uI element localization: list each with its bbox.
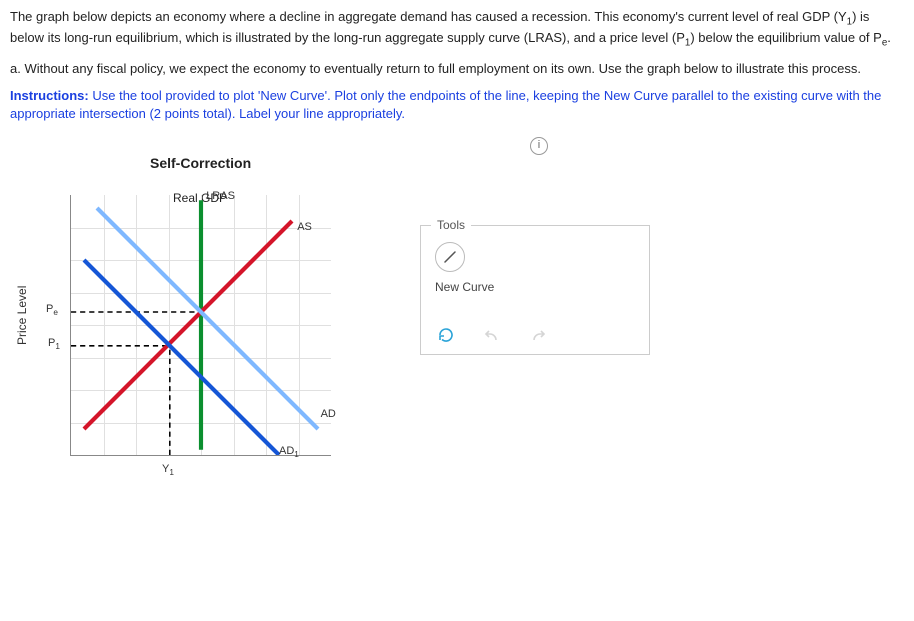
instructions: Instructions: Use the tool provided to p… [10,87,904,122]
ad-label: AD [321,408,336,420]
undo-icon [482,328,502,342]
lras-label: LRAS [206,190,235,202]
new-curve-tool-button[interactable] [435,242,465,272]
instructions-label: Instructions: [10,88,89,103]
pe-tick: Pe [46,303,58,317]
ad1-label: AD1 [279,445,299,459]
intro-text: The graph below depicts an economy where… [10,9,847,24]
p1-tick: P1 [48,337,60,351]
ad1-curve [84,260,279,455]
info-icon[interactable]: i [530,137,548,155]
redo-icon [528,328,548,342]
y1-tick: Y1 [162,463,174,477]
reset-button[interactable] [435,324,457,346]
chart-title: Self-Correction [150,155,904,171]
ad-curve [97,208,318,429]
as-label: AS [297,221,312,233]
plot-area[interactable]: LRAS AS AD AD1 [70,195,331,456]
chart[interactable]: Price Level [30,185,370,505]
instructions-text: Use the tool provided to plot 'New Curve… [10,88,881,121]
intro-paragraph-1: The graph below depicts an economy where… [10,8,904,50]
intro-text: ) below the equilibrium value of P [690,30,882,45]
redo-button[interactable] [527,324,549,346]
line-tool-icon [443,250,457,264]
as-curve [84,221,292,429]
tools-panel: Tools New Curve [420,225,650,355]
intro-text: . [887,30,891,45]
undo-button[interactable] [481,324,503,346]
reset-icon [437,326,455,344]
tools-legend: Tools [431,218,471,232]
curves-svg [71,195,331,455]
y-axis-label: Price Level [15,286,29,345]
new-curve-label: New Curve [435,280,635,294]
question-a: a. Without any fiscal policy, we expect … [10,60,904,78]
